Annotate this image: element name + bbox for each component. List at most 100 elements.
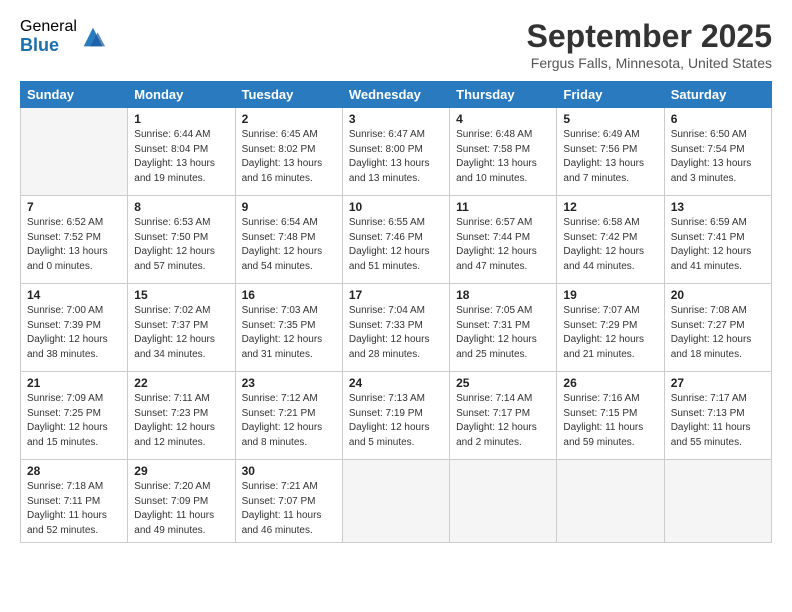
table-row: 1Sunrise: 6:44 AM Sunset: 8:04 PM Daylig… xyxy=(128,108,235,196)
table-row: 18 Sunrise: 7:05 AM Sunset: 7:31 PM Dayli… xyxy=(450,284,557,372)
col-tuesday: Tuesday xyxy=(235,82,342,108)
table-row: 13Sunrise: 6:59 AM Sunset: 7:41 PM Dayli… xyxy=(664,196,771,284)
table-row: 25Sunrise: 7:14 AM Sunset: 7:17 PM Dayli… xyxy=(450,372,557,460)
logo-blue: Blue xyxy=(20,36,77,56)
table-row: 22 Sunrise: 7:11 AM Sunset: 7:23 PM Dayli… xyxy=(128,372,235,460)
table-row xyxy=(450,460,557,543)
table-row: 7 Sunrise: 6:52 AM Sunset: 7:52 PM Daylig… xyxy=(21,196,128,284)
day-number: 6 xyxy=(671,112,765,126)
page: General Blue September 2025 Fergus Falls… xyxy=(0,0,792,612)
day-info: Sunrise: 7:03 AM Sunset: 7:35 PM Dayligh… xyxy=(242,304,336,362)
table-row: 16Sunrise: 7:03 AM Sunset: 7:35 PM Dayli… xyxy=(235,284,342,372)
calendar-week-row: 1Sunrise: 6:44 AM Sunset: 8:04 PM Daylig… xyxy=(21,108,772,196)
day-info: Sunrise: 6:58 AM Sunset: 7:42 PM Dayligh… xyxy=(563,216,657,274)
header: General Blue September 2025 Fergus Falls… xyxy=(20,18,772,71)
logo: General Blue xyxy=(20,18,107,55)
col-thursday: Thursday xyxy=(450,82,557,108)
logo-general: General xyxy=(20,18,77,36)
day-number: 10 xyxy=(349,200,443,214)
day-info: Sunrise: 7:04 AM Sunset: 7:33 PM Dayligh… xyxy=(349,304,443,362)
table-row: 15 Sunrise: 7:02 AM Sunset: 7:37 PM Dayli… xyxy=(128,284,235,372)
day-number: 30 xyxy=(242,464,336,478)
day-info: Sunrise: 6:54 AM Sunset: 7:48 PM Dayligh… xyxy=(242,216,336,274)
table-row xyxy=(342,460,449,543)
day-info: Sunrise: 7:07 AM Sunset: 7:29 PM Dayligh… xyxy=(563,304,657,362)
col-wednesday: Wednesday xyxy=(342,82,449,108)
table-row: 23Sunrise: 7:12 AM Sunset: 7:21 PM Dayli… xyxy=(235,372,342,460)
calendar-header-row: Sunday Monday Tuesday Wednesday Thursday… xyxy=(21,82,772,108)
day-number: 8 xyxy=(134,200,228,214)
col-monday: Monday xyxy=(128,82,235,108)
location: Fergus Falls, Minnesota, United States xyxy=(527,55,772,71)
table-row: 4 Sunrise: 6:48 AM Sunset: 7:58 PM Daylig… xyxy=(450,108,557,196)
day-number: 4 xyxy=(456,112,550,126)
day-number: 18 xyxy=(456,288,550,302)
day-number: 11 xyxy=(456,200,550,214)
table-row: 2Sunrise: 6:45 AM Sunset: 8:02 PM Daylig… xyxy=(235,108,342,196)
day-info: Sunrise: 7:09 AM Sunset: 7:25 PM Dayligh… xyxy=(27,392,121,450)
day-info: Sunrise: 7:05 AM Sunset: 7:31 PM Dayligh… xyxy=(456,304,550,362)
day-info: Sunrise: 6:59 AM Sunset: 7:41 PM Dayligh… xyxy=(671,216,765,274)
day-number: 23 xyxy=(242,376,336,390)
table-row: 28 Sunrise: 7:18 AM Sunset: 7:11 PM Dayli… xyxy=(21,460,128,543)
day-info: Sunrise: 7:02 AM Sunset: 7:37 PM Dayligh… xyxy=(134,304,228,362)
table-row: 12 Sunrise: 6:58 AM Sunset: 7:42 PM Dayli… xyxy=(557,196,664,284)
day-number: 17 xyxy=(349,288,443,302)
day-info: Sunrise: 7:16 AM Sunset: 7:15 PM Dayligh… xyxy=(563,392,657,450)
table-row: 30 Sunrise: 7:21 AM Sunset: 7:07 PM Dayli… xyxy=(235,460,342,543)
title-block: September 2025 Fergus Falls, Minnesota, … xyxy=(527,18,772,71)
day-number: 29 xyxy=(134,464,228,478)
day-number: 26 xyxy=(563,376,657,390)
day-info: Sunrise: 6:48 AM Sunset: 7:58 PM Dayligh… xyxy=(456,128,550,186)
table-row: 27Sunrise: 7:17 AM Sunset: 7:13 PM Dayli… xyxy=(664,372,771,460)
table-row: 21 Sunrise: 7:09 AM Sunset: 7:25 PM Dayli… xyxy=(21,372,128,460)
day-info: Sunrise: 6:53 AM Sunset: 7:50 PM Dayligh… xyxy=(134,216,228,274)
col-saturday: Saturday xyxy=(664,82,771,108)
day-number: 1 xyxy=(134,112,228,126)
day-info: Sunrise: 7:21 AM Sunset: 7:07 PM Dayligh… xyxy=(242,480,336,538)
day-number: 9 xyxy=(242,200,336,214)
day-info: Sunrise: 6:47 AM Sunset: 8:00 PM Dayligh… xyxy=(349,128,443,186)
day-number: 19 xyxy=(563,288,657,302)
col-friday: Friday xyxy=(557,82,664,108)
table-row: 19 Sunrise: 7:07 AM Sunset: 7:29 PM Dayli… xyxy=(557,284,664,372)
day-info: Sunrise: 6:57 AM Sunset: 7:44 PM Dayligh… xyxy=(456,216,550,274)
day-info: Sunrise: 6:50 AM Sunset: 7:54 PM Dayligh… xyxy=(671,128,765,186)
table-row: 11 Sunrise: 6:57 AM Sunset: 7:44 PM Dayli… xyxy=(450,196,557,284)
calendar-week-row: 28 Sunrise: 7:18 AM Sunset: 7:11 PM Dayli… xyxy=(21,460,772,543)
day-number: 24 xyxy=(349,376,443,390)
table-row xyxy=(21,108,128,196)
calendar-week-row: 21 Sunrise: 7:09 AM Sunset: 7:25 PM Dayli… xyxy=(21,372,772,460)
table-row: 3Sunrise: 6:47 AM Sunset: 8:00 PM Daylig… xyxy=(342,108,449,196)
table-row: 5 Sunrise: 6:49 AM Sunset: 7:56 PM Daylig… xyxy=(557,108,664,196)
table-row: 20Sunrise: 7:08 AM Sunset: 7:27 PM Dayli… xyxy=(664,284,771,372)
day-number: 20 xyxy=(671,288,765,302)
day-number: 22 xyxy=(134,376,228,390)
day-info: Sunrise: 7:00 AM Sunset: 7:39 PM Dayligh… xyxy=(27,304,121,362)
table-row: 8 Sunrise: 6:53 AM Sunset: 7:50 PM Daylig… xyxy=(128,196,235,284)
day-info: Sunrise: 7:14 AM Sunset: 7:17 PM Dayligh… xyxy=(456,392,550,450)
day-info: Sunrise: 6:52 AM Sunset: 7:52 PM Dayligh… xyxy=(27,216,121,274)
table-row: 17 Sunrise: 7:04 AM Sunset: 7:33 PM Dayli… xyxy=(342,284,449,372)
col-sunday: Sunday xyxy=(21,82,128,108)
table-row: 6 Sunrise: 6:50 AM Sunset: 7:54 PM Daylig… xyxy=(664,108,771,196)
table-row: 29Sunrise: 7:20 AM Sunset: 7:09 PM Dayli… xyxy=(128,460,235,543)
logo-icon xyxy=(79,23,107,51)
day-info: Sunrise: 7:18 AM Sunset: 7:11 PM Dayligh… xyxy=(27,480,121,538)
logo-text: General Blue xyxy=(20,18,77,55)
day-number: 21 xyxy=(27,376,121,390)
day-number: 12 xyxy=(563,200,657,214)
day-info: Sunrise: 6:49 AM Sunset: 7:56 PM Dayligh… xyxy=(563,128,657,186)
day-info: Sunrise: 7:13 AM Sunset: 7:19 PM Dayligh… xyxy=(349,392,443,450)
day-info: Sunrise: 6:45 AM Sunset: 8:02 PM Dayligh… xyxy=(242,128,336,186)
table-row: 10Sunrise: 6:55 AM Sunset: 7:46 PM Dayli… xyxy=(342,196,449,284)
day-number: 28 xyxy=(27,464,121,478)
table-row: 24 Sunrise: 7:13 AM Sunset: 7:19 PM Dayli… xyxy=(342,372,449,460)
table-row: 9 Sunrise: 6:54 AM Sunset: 7:48 PM Daylig… xyxy=(235,196,342,284)
day-info: Sunrise: 7:11 AM Sunset: 7:23 PM Dayligh… xyxy=(134,392,228,450)
day-info: Sunrise: 7:17 AM Sunset: 7:13 PM Dayligh… xyxy=(671,392,765,450)
calendar-table: Sunday Monday Tuesday Wednesday Thursday… xyxy=(20,81,772,543)
day-number: 5 xyxy=(563,112,657,126)
day-number: 7 xyxy=(27,200,121,214)
day-number: 15 xyxy=(134,288,228,302)
